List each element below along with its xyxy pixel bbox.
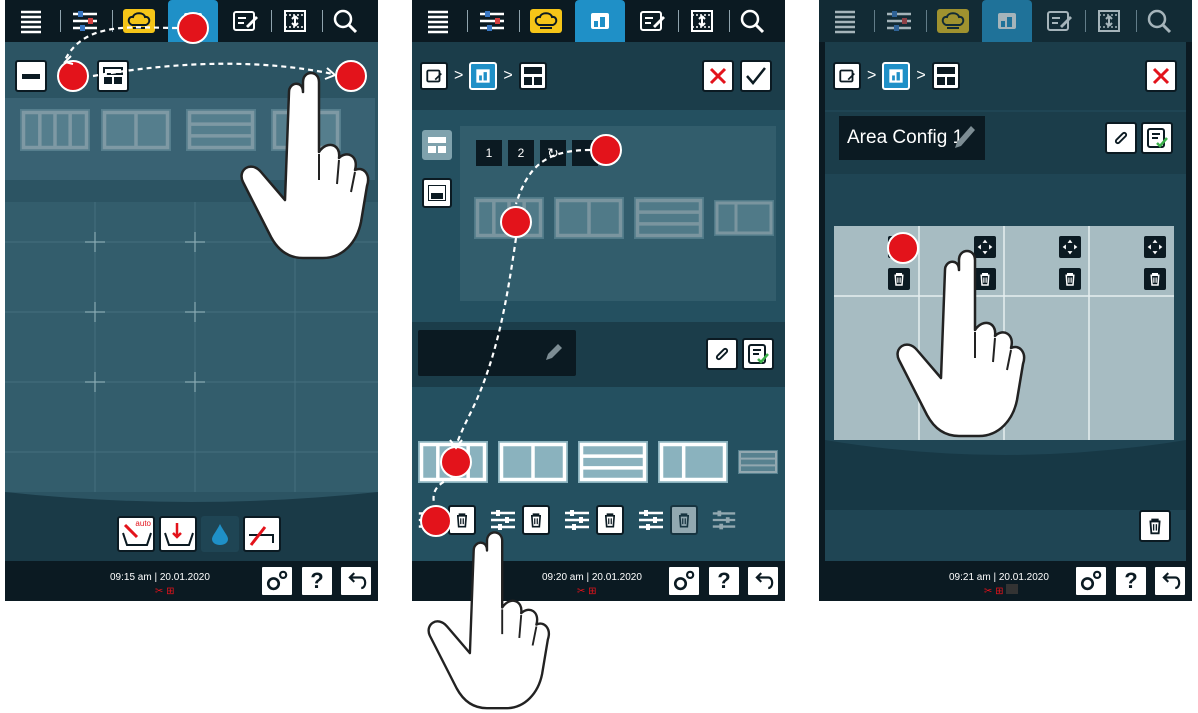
- cleaning-actions: auto: [117, 516, 281, 552]
- layout-icon[interactable]: [882, 62, 911, 90]
- back-button[interactable]: [339, 565, 373, 597]
- help-button[interactable]: ?: [1114, 565, 1148, 597]
- back-icon: [342, 567, 370, 595]
- floor-shadow: [825, 440, 1186, 510]
- auto-label: auto: [135, 519, 151, 528]
- layout-icon[interactable]: [982, 0, 1032, 42]
- screen-panel-1: auto 09:15 am | 20.01.2020 ✂ ⊞ ?: [5, 0, 378, 601]
- back-button[interactable]: [1153, 565, 1187, 597]
- hand-pointer-icon: [412, 522, 562, 712]
- settings-icon: [1077, 567, 1105, 595]
- auto-clean-button[interactable]: auto: [117, 516, 155, 552]
- move-icon[interactable]: [1144, 236, 1166, 258]
- settings-button[interactable]: [1074, 565, 1108, 597]
- chef-hat-icon[interactable]: [931, 0, 975, 42]
- move-icon[interactable]: [1059, 236, 1081, 258]
- trash-icon[interactable]: [1144, 268, 1166, 290]
- trash-icon[interactable]: [1059, 268, 1081, 290]
- drain-button[interactable]: [159, 516, 197, 552]
- delete-area-button[interactable]: [1139, 510, 1171, 542]
- close-button[interactable]: [1145, 60, 1177, 92]
- paperclip-icon: [1110, 127, 1132, 149]
- top-navigation-bar: [819, 0, 1192, 42]
- sliders-icon[interactable]: [879, 0, 919, 42]
- chevron-right-icon: >: [916, 67, 926, 84]
- status-bar: 09:21 am | 20.01.2020 ✂ ⊞ ?: [819, 561, 1192, 601]
- trash-icon: [1144, 515, 1166, 537]
- clock-time: 09:15 am | 20.01.2020: [110, 572, 210, 583]
- close-icon: [1152, 67, 1170, 85]
- clock-time: 09:21 am | 20.01.2020: [949, 572, 1049, 583]
- network-status-icon: ✂ ⊞: [984, 584, 1019, 597]
- rinse-button[interactable]: [243, 516, 281, 552]
- network-status-icon: ✂ ⊞: [155, 586, 175, 597]
- breadcrumb: > >: [833, 62, 960, 90]
- date-text: 20.01.2020: [159, 572, 210, 583]
- edit-icon[interactable]: [1039, 0, 1079, 42]
- screen-panel-3: > > Area Config 1 09:21 am | 20.01.2020 …: [819, 0, 1192, 601]
- back-icon: [1156, 567, 1184, 595]
- gesture-path: [432, 148, 591, 504]
- menu-icon[interactable]: [825, 0, 865, 42]
- water-drop-icon[interactable]: [201, 516, 239, 552]
- hand-pointer-icon: [233, 62, 373, 262]
- pencil-icon: [955, 126, 975, 148]
- time-text: 09:21 am: [949, 572, 991, 583]
- attach-button[interactable]: [1105, 122, 1137, 154]
- date-text: 20.01.2020: [998, 572, 1049, 583]
- status-bar: 09:15 am | 20.01.2020 ✂ ⊞ ?: [5, 561, 378, 601]
- chevron-right-icon: >: [867, 67, 877, 84]
- settings-icon: [263, 567, 291, 595]
- confirm-icon: [1145, 126, 1169, 150]
- resize-icon[interactable]: [1089, 0, 1129, 42]
- area-layout-icon[interactable]: [931, 62, 960, 90]
- time-text: 09:15 am: [110, 572, 152, 583]
- screen-panel-2: > > 1 2 ↻ 09:20 am | 20.01.2020 ✂ ⊞ ?: [412, 0, 785, 601]
- edit-icon[interactable]: [833, 62, 861, 90]
- save-button[interactable]: [1141, 122, 1173, 154]
- settings-button[interactable]: [260, 565, 294, 597]
- help-button[interactable]: ?: [300, 565, 334, 597]
- hand-pointer-icon: [889, 240, 1029, 440]
- search-icon[interactable]: [1139, 0, 1179, 42]
- area-name-text: Area Config 1: [847, 127, 964, 148]
